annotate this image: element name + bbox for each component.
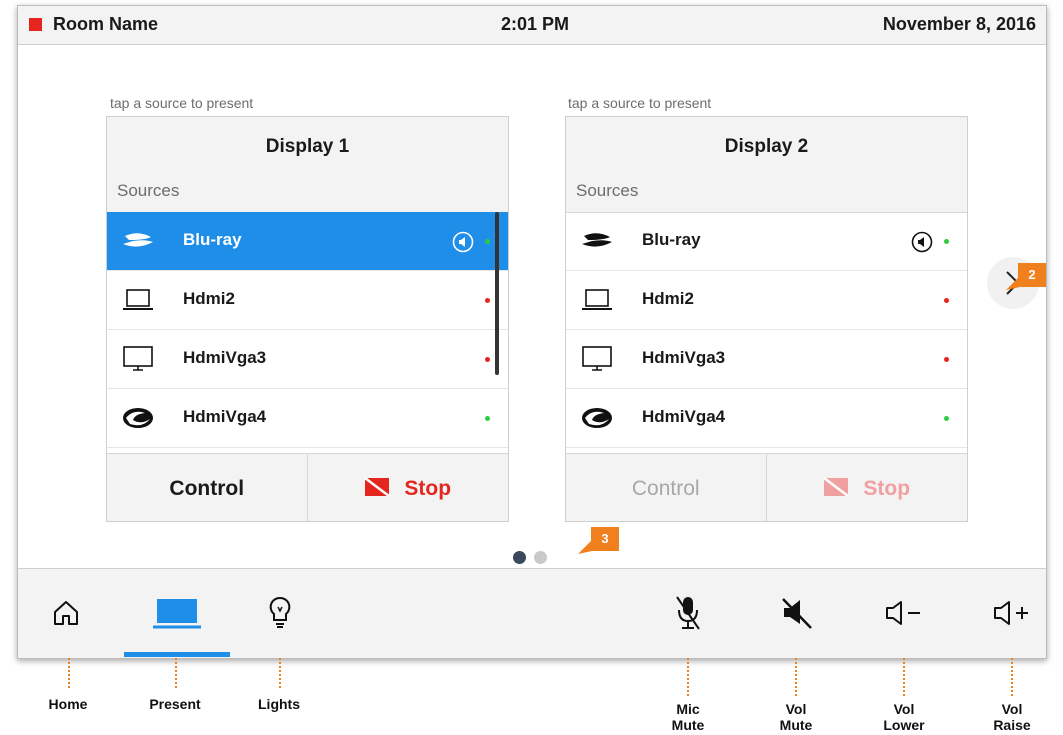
status-dot-red xyxy=(944,357,949,362)
control-label: Control xyxy=(169,477,245,500)
display-1-sources-label: Sources xyxy=(117,181,180,200)
annotation-label-present: Present xyxy=(149,696,201,712)
display-1-header: Display 1 Sources xyxy=(107,117,508,213)
bluray-icon xyxy=(582,233,612,247)
annotation-badge-pointer xyxy=(578,540,592,554)
display-1-source-bluray[interactable]: Blu-ray xyxy=(107,212,508,271)
annotation-leader-vol-mute xyxy=(795,658,797,696)
status-bar: Room Name 2:01 PM November 8, 2016 xyxy=(18,6,1046,45)
annotation-leader-vol-lower xyxy=(903,658,905,696)
status-dot-red xyxy=(944,298,949,303)
monitor-icon xyxy=(123,346,153,371)
nav-lights-button[interactable] xyxy=(254,569,306,658)
volume-raise-icon xyxy=(994,601,1028,625)
sources-scrollbar[interactable] xyxy=(495,212,499,375)
display-1-card: Display 1 Sources Blu-ray Hdmi2 HdmiVga3… xyxy=(106,116,509,522)
display-2-stop-button[interactable]: Stop xyxy=(767,454,968,521)
lightbulb-icon xyxy=(269,596,291,628)
clock: 2:01 PM xyxy=(501,14,570,34)
display-1-source-hdmi2[interactable]: Hdmi2 xyxy=(107,271,508,330)
mic-mute-icon xyxy=(676,596,700,630)
annotation-badge-next: 2 xyxy=(1018,263,1046,287)
monitor-icon xyxy=(582,346,612,371)
audio-icon xyxy=(911,231,933,253)
status-dot-red xyxy=(485,357,490,362)
status-dot-green xyxy=(944,239,949,244)
source-label: Blu-ray xyxy=(183,230,242,249)
stop-label: Stop xyxy=(404,477,452,500)
display-2-sources-label: Sources xyxy=(576,181,639,200)
annotation-label-mic-mute: Mic Mute xyxy=(671,701,705,733)
room-status-indicator xyxy=(29,18,42,31)
display-2-source-bluray[interactable]: Blu-ray xyxy=(566,212,967,271)
display-1-hint: tap a source to present xyxy=(110,95,254,111)
display-2-hint: tap a source to present xyxy=(568,95,712,111)
annotation-badge-pager: 3 xyxy=(591,527,619,551)
annotation-label-vol-raise: Vol Raise xyxy=(993,701,1031,733)
source-label: HdmiVga4 xyxy=(642,407,726,426)
annotation-leader-vol-raise xyxy=(1011,658,1013,696)
laptop-icon xyxy=(123,289,153,310)
nav-vol-mute-button[interactable] xyxy=(770,569,822,658)
display-1-footer: Control Stop xyxy=(107,453,509,521)
bottom-nav-bar xyxy=(18,568,1046,658)
laptop-icon xyxy=(582,289,612,310)
annotation-badge-pointer xyxy=(1006,276,1020,290)
nav-home-button[interactable] xyxy=(38,569,98,658)
display-2-control-button[interactable]: Control xyxy=(566,454,767,521)
status-dot-green xyxy=(944,416,949,421)
stop-icon xyxy=(823,477,850,498)
nav-present-button[interactable] xyxy=(124,569,230,658)
swirl-icon xyxy=(123,408,153,428)
present-icon xyxy=(153,599,201,629)
page-dot-active[interactable] xyxy=(513,551,526,564)
annotation-label-vol-mute: Vol Mute xyxy=(779,701,813,733)
room-name: Room Name xyxy=(53,14,159,34)
annotation-leader-home xyxy=(68,658,70,688)
display-2-title: Display 2 xyxy=(724,136,809,157)
status-dot-red xyxy=(485,298,490,303)
page-dot-inactive[interactable] xyxy=(534,551,547,564)
display-2-footer: Control Stop xyxy=(566,453,968,521)
display-2-card: Display 2 Sources Blu-ray Hdmi2 HdmiVga3… xyxy=(565,116,968,522)
status-dot-green xyxy=(485,416,490,421)
stop-label: Stop xyxy=(863,477,911,500)
annotation-leader-present xyxy=(175,658,177,688)
status-dot-green xyxy=(485,239,490,244)
source-label: HdmiVga4 xyxy=(183,407,267,426)
speaker-mute-icon xyxy=(782,598,812,629)
nav-mic-mute-button[interactable] xyxy=(662,569,714,658)
display-1-control-button[interactable]: Control xyxy=(107,454,308,521)
source-label: Hdmi2 xyxy=(183,289,235,308)
display-1-source-hdmivga4[interactable]: HdmiVga4 xyxy=(107,389,508,448)
display-2-source-hdmi2[interactable]: Hdmi2 xyxy=(566,271,967,330)
stop-icon xyxy=(364,477,391,498)
display-1-source-hdmivga3[interactable]: HdmiVga3 xyxy=(107,330,508,389)
bluray-icon xyxy=(123,233,153,247)
annotation-leader-mic-mute xyxy=(687,658,689,696)
control-label: Control xyxy=(631,477,700,500)
date: November 8, 2016 xyxy=(882,14,1036,34)
touch-panel-screen: Room Name 2:01 PM November 8, 2016 tap a… xyxy=(17,5,1047,659)
source-label: Blu-ray xyxy=(642,230,701,249)
audio-icon xyxy=(452,231,474,253)
home-icon xyxy=(54,601,78,625)
annotation-label-lights: Lights xyxy=(258,696,300,712)
annotation-leader-lights xyxy=(279,658,281,688)
display-2-source-hdmivga3[interactable]: HdmiVga3 xyxy=(566,330,967,389)
nav-vol-lower-button[interactable] xyxy=(876,569,932,658)
display-1-title: Display 1 xyxy=(265,136,350,157)
source-label: Hdmi2 xyxy=(642,289,694,308)
display-1-stop-button[interactable]: Stop xyxy=(308,454,509,521)
annotation-label-vol-lower: Vol Lower xyxy=(883,701,925,733)
source-label: HdmiVga3 xyxy=(642,348,726,367)
source-label: HdmiVga3 xyxy=(183,348,267,367)
display-2-header: Display 2 Sources xyxy=(566,117,967,213)
display-2-source-hdmivga4[interactable]: HdmiVga4 xyxy=(566,389,967,448)
nav-vol-raise-button[interactable] xyxy=(984,569,1040,658)
swirl-icon xyxy=(582,408,612,428)
volume-lower-icon xyxy=(886,601,920,625)
annotation-label-home: Home xyxy=(48,696,88,712)
active-tab-indicator xyxy=(124,652,230,657)
